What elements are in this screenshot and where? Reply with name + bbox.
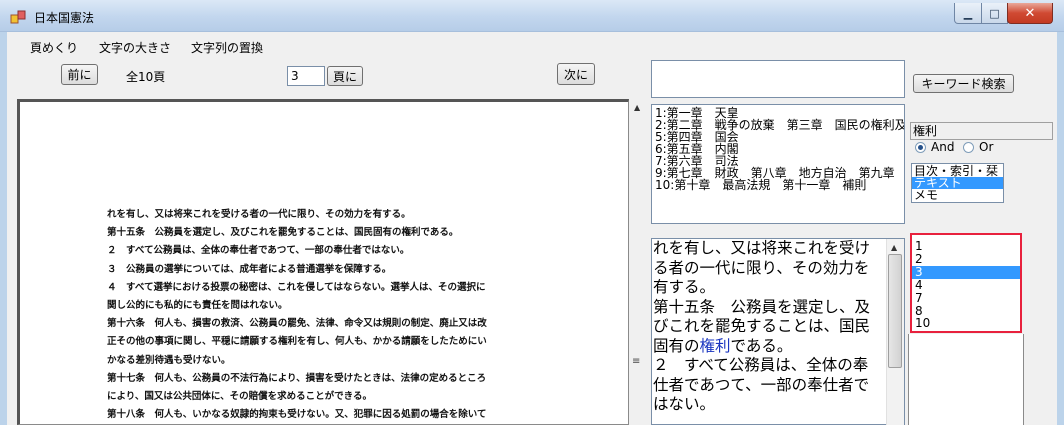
list-item[interactable]: 10 [912,317,1020,330]
list-item[interactable]: 7 [912,291,1020,305]
text-line: びこれを罷免することは、国民 [653,317,871,335]
page-line: 第十八条 何人も、いかなる奴隷的拘束も受けない。又、犯罪に因る処罰の場合を除いて [107,409,487,421]
goto-page-button[interactable]: 頁に [327,66,363,86]
total-pages-label: 全10頁 [126,70,166,84]
next-page-button[interactable]: 次に [557,63,595,85]
page-line: 第十六条 何人も、損害の救済、公務員の罷免、法律、命令又は規則の制定、廃止又は改 [107,318,487,330]
page-line: ３ 公務員の選挙については、成年者による普通選挙を保障する。 [107,263,392,275]
text-line: 仕者であつて、一部の奉仕者で [653,375,870,394]
page-line: かなる差別待遇も受けない。 [107,354,231,366]
text-fragment: である。 [730,336,793,355]
or-label[interactable]: Or [979,140,993,154]
list-item[interactable]: 4 [912,278,1020,292]
close-icon: ✕ [1024,5,1036,21]
list-item[interactable]: 2 [912,253,1020,266]
keyword-search-button[interactable]: キーワード検索 [913,74,1014,93]
scope-item-memo[interactable]: メモ [912,189,1003,201]
page-line: ４ すべて選挙における投票の秘密は、これを侵してはならない。選挙人は、その選択に [107,281,486,293]
text-line: 第十五条 公務員を選定し、及 [653,297,871,316]
close-button[interactable]: ✕ [1007,3,1053,24]
minimize-icon: ▁ [963,6,973,20]
keyword-input[interactable] [651,60,905,98]
text-line: ２ すべて公務員は、全体の奉 [653,356,869,374]
prev-page-button[interactable]: 前に [61,64,98,85]
page-line: 関し公的にも私的にも責任を問はれない。 [107,300,288,312]
page-line: 第十五条 公務員を選定し、及びこれを罷免することは、国民固有の権利である。 [107,227,459,239]
keyword-link[interactable]: 権利 [700,337,731,355]
minimize-button[interactable]: ▁ [954,3,982,24]
page-line: 第十七条 何人も、公務員の不法行為により、損害を受けたときは、法律の定めるところ [107,372,487,384]
menu-font-size[interactable]: 文字の大きさ [99,39,171,56]
menu-replace[interactable]: 文字列の置換 [191,39,263,56]
window-title: 日本国憲法 [34,11,95,25]
app-icon [10,10,26,24]
scroll-up-icon[interactable]: ▲ [891,243,897,252]
list-item[interactable]: 1 [912,240,1020,253]
triangle-up-icon: ▲ [634,103,641,112]
pane-splitter[interactable] [631,99,644,425]
and-radio[interactable] [915,142,926,153]
text-line: 有する。 [653,278,716,296]
page-line: れを有し、又は将来これを受ける者の一代に限り、その効力を有する。 [107,209,411,220]
maximize-button[interactable]: □ [981,3,1008,24]
list-item[interactable]: 10:第十章 最高法規 第十一章 補則 [655,179,904,191]
grip-icon: ≡ [632,356,641,367]
scrollbar-thumb[interactable] [888,254,902,368]
search-term-input[interactable]: 権利 [910,122,1053,140]
text-view-content: れを有し、又は将来これを受け る者の一代に限り、その効力を 有する。 第十五条 … [653,239,886,415]
text-line: る者の一代に限り、その効力を [653,258,870,277]
menu-page-turn[interactable]: 頁めくり [30,39,78,56]
page-text: れを有し、又は将来これを受ける者の一代に限り、その効力を有する。 第十五条 公務… [107,206,557,424]
hit-pages-list[interactable]: 1 2 3 4 7 8 10 [910,233,1022,333]
page-line: により、国又は公共団体に、その賠償を求めることができる。 [107,391,372,403]
title-bar [0,0,1064,32]
search-scope-list[interactable]: 目次・索引・栞 テキスト メモ [911,163,1004,203]
or-radio[interactable] [963,142,974,153]
page-number-input[interactable]: 3 [287,66,325,86]
page-line: ２ すべて公務員は、全体の奉仕者であつて、一部の奉仕者ではない。 [107,245,410,257]
list-item[interactable]: 3 [912,265,1020,279]
memo-area[interactable] [908,334,1024,425]
text-line: 固有の権利である。 [653,337,886,357]
text-line: れを有し、又は将来これを受け [653,239,871,257]
page-line: 正その他の事項に関し、平穏に請願する権利を有し、何人も、かかる請願をしたためにい [107,336,487,348]
text-fragment: 固有の [653,336,700,355]
text-line: はない。 [653,395,716,413]
toc-list[interactable]: 1:第一章 天皇 2:第二章 戦争の放棄 第三章 国民の権利及 5:第四章 国会… [651,104,905,224]
and-label[interactable]: And [931,140,954,154]
maximize-icon: □ [989,6,1000,20]
